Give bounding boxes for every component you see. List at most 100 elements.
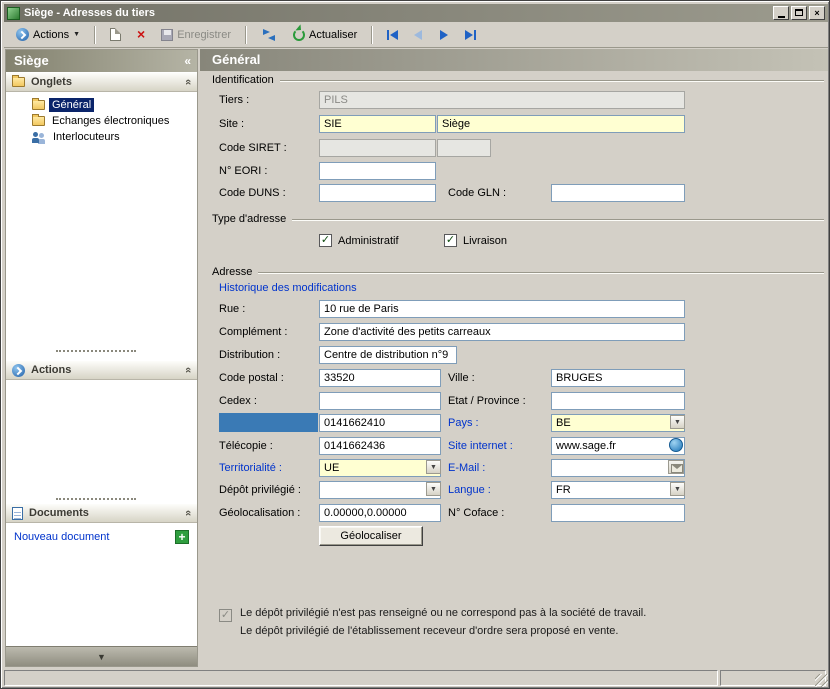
first-record-button[interactable] <box>381 25 403 45</box>
section-header-onglets[interactable]: Onglets « <box>6 72 197 92</box>
territorialite-combo[interactable]: UE <box>319 459 441 477</box>
email-label-link[interactable]: E-Mail : <box>448 459 485 477</box>
email-field[interactable] <box>551 459 685 477</box>
code-postal-field[interactable]: 33520 <box>319 369 441 387</box>
cedex-field[interactable] <box>319 392 441 410</box>
mail-icon[interactable] <box>668 460 684 474</box>
globe-icon[interactable] <box>669 438 683 452</box>
tree-item-label: Echanges électroniques <box>52 115 170 127</box>
telephone-field[interactable]: 0141662410 <box>319 414 441 432</box>
arrow-left-icon <box>389 29 398 40</box>
langue-combo[interactable]: FR <box>551 481 685 499</box>
pays-label-link[interactable]: Pays : <box>448 414 479 432</box>
ville-field[interactable]: BRUGES <box>551 369 685 387</box>
siret-field-1 <box>319 139 436 157</box>
sidebar-title: Siège « <box>6 50 197 72</box>
gln-field[interactable] <box>551 184 685 202</box>
refresh-icon <box>293 28 305 41</box>
minimize-button[interactable] <box>773 6 789 20</box>
statusbar-cell-left <box>4 670 718 686</box>
etat-province-field[interactable] <box>551 392 685 410</box>
panel-splitter[interactable] <box>56 498 136 500</box>
next-record-button[interactable] <box>433 25 455 45</box>
section-header-actions[interactable]: Actions « <box>6 360 197 380</box>
territorialite-label-link[interactable]: Territorialité : <box>219 459 282 477</box>
eori-field[interactable] <box>319 162 436 180</box>
new-button[interactable] <box>104 24 127 46</box>
folder-icon <box>12 75 25 87</box>
depot-warning-checkbox: ✓ <box>219 609 232 622</box>
save-button-label: Enregistrer <box>177 28 231 41</box>
people-icon <box>32 131 46 143</box>
panel-splitter[interactable] <box>56 350 136 352</box>
pays-combo[interactable]: BE <box>551 414 685 432</box>
code-postal-label: Code postal : <box>219 372 284 384</box>
delete-button[interactable]: × <box>131 24 151 46</box>
gln-label: Code GLN : <box>448 187 507 199</box>
actions-icon <box>16 28 29 41</box>
refresh-button[interactable]: Actualiser <box>287 24 363 46</box>
geolocaliser-button[interactable]: Géolocaliser <box>319 526 423 546</box>
rue-label: Rue : <box>219 303 246 315</box>
langue-label-link[interactable]: Langue : <box>448 481 491 499</box>
arrow-left-icon <box>414 29 423 40</box>
sidebar-item-general[interactable]: Général <box>6 97 197 113</box>
sidebar-item-echanges-electroniques[interactable]: Echanges électroniques <box>6 113 197 129</box>
livraison-checkbox[interactable]: ✓ <box>444 234 457 247</box>
previous-record-button[interactable] <box>407 25 429 45</box>
new-document-link[interactable]: Nouveau document <box>14 530 109 545</box>
langue-dropdown-button[interactable]: ▼ <box>670 482 685 496</box>
sync-button[interactable] <box>255 24 283 46</box>
coface-field[interactable] <box>551 504 685 522</box>
section-header-documents[interactable]: Documents « <box>6 503 197 523</box>
site-internet-field[interactable]: www.sage.fr <box>551 437 685 455</box>
panel-scroll-down-bar[interactable]: ▼ <box>6 646 197 666</box>
depot-privilegie-label: Dépôt privilégié : <box>219 484 301 496</box>
delete-icon: × <box>137 26 146 42</box>
actions-button[interactable]: Actions ▼ <box>10 24 86 46</box>
depot-dropdown-button[interactable]: ▼ <box>426 482 441 496</box>
minimize-icon <box>777 16 785 18</box>
sidebar-item-interlocuteurs[interactable]: Interlocuteurs <box>6 129 197 145</box>
close-button[interactable]: × <box>809 6 825 20</box>
pays-dropdown-button[interactable]: ▼ <box>670 415 685 429</box>
toolbar-separator <box>371 25 374 44</box>
complement-field[interactable]: Zone d'activité des petits carreaux <box>319 323 685 341</box>
site-code-field[interactable]: SIE <box>319 115 436 133</box>
chevron-up-icon: « <box>181 366 194 374</box>
last-record-button[interactable] <box>459 25 481 45</box>
toolbar-separator <box>94 25 97 44</box>
duns-label: Code DUNS : <box>219 187 286 199</box>
app-window: Siège - Adresses du tiers × Actions ▼ × … <box>0 0 830 689</box>
arrow-right-icon <box>440 29 449 40</box>
distribution-field[interactable]: Centre de distribution n°9 <box>319 346 457 364</box>
geolocalisation-field[interactable]: 0.00000,0.00000 <box>319 504 441 522</box>
toolbar-separator <box>245 25 247 44</box>
administratif-checkbox[interactable]: ✓ <box>319 234 332 247</box>
rue-field[interactable]: 10 rue de Paris <box>319 300 685 318</box>
collapse-sidebar-button[interactable]: « <box>184 50 191 72</box>
siret-label: Code SIRET : <box>219 142 287 154</box>
administratif-label: Administratif <box>338 235 399 247</box>
tree-item-label: Général <box>49 98 95 112</box>
maximize-button[interactable] <box>791 6 807 20</box>
telephone-label-selected[interactable] <box>219 413 318 432</box>
group-identification: Identification <box>212 73 824 87</box>
telecopie-field[interactable]: 0141662436 <box>319 437 441 455</box>
toolbar: Actions ▼ × Enregistrer Actualiser <box>4 22 828 48</box>
site-name-field[interactable]: Siège <box>437 115 685 133</box>
geolocalisation-label: Géolocalisation : <box>219 507 301 519</box>
territorialite-dropdown-button[interactable]: ▼ <box>426 460 441 474</box>
resize-grip[interactable] <box>815 674 828 687</box>
siret-field-2 <box>437 139 491 157</box>
historique-modifications-link[interactable]: Historique des modifications <box>219 279 357 297</box>
ville-label: Ville : <box>448 372 475 384</box>
eori-label: N° EORI : <box>219 165 268 177</box>
site-internet-label-link[interactable]: Site internet : <box>448 437 513 455</box>
group-adresse: Adresse <box>212 265 824 279</box>
depot-privilegie-combo[interactable] <box>319 481 441 499</box>
actions-button-label: Actions <box>33 28 70 41</box>
duns-field[interactable] <box>319 184 436 202</box>
first-record-icon <box>386 29 389 40</box>
add-document-button[interactable]: + <box>175 530 189 544</box>
